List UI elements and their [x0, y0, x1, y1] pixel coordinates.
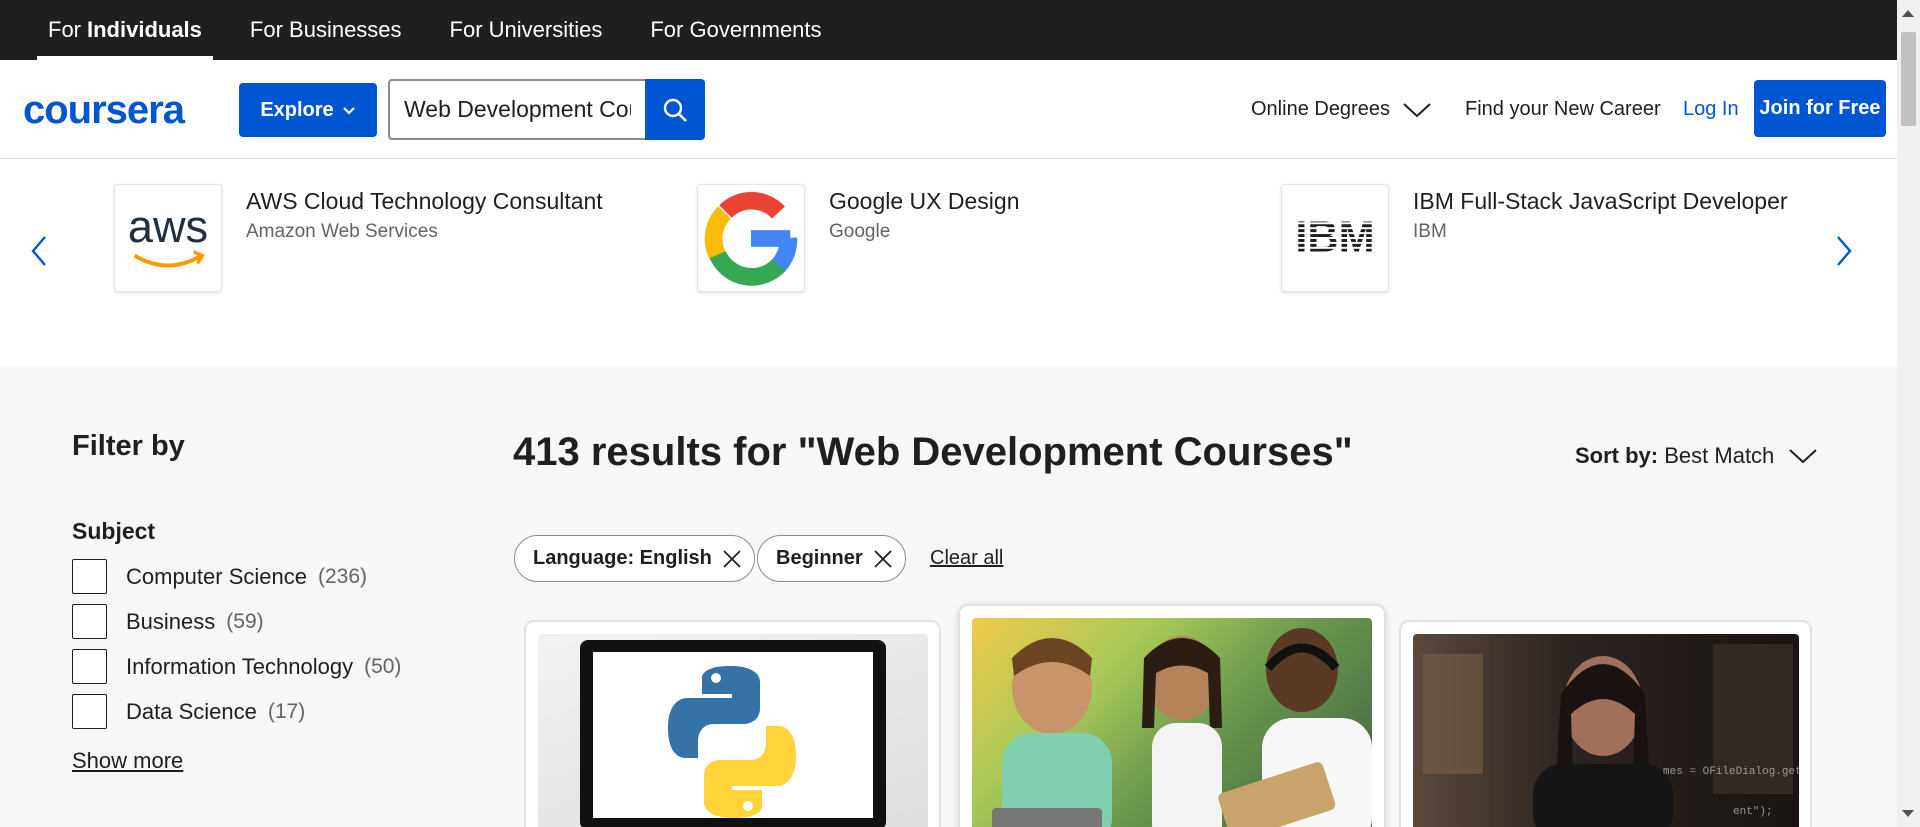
page-scrollbar[interactable]	[1897, 0, 1920, 827]
tab-for-businesses[interactable]: For Businesses	[239, 0, 413, 60]
aws-logo: aws	[114, 184, 222, 292]
chevron-down-icon	[342, 107, 355, 115]
filter-option[interactable]: Business (59)	[72, 604, 264, 639]
carousel-item-title: AWS Cloud Technology Consultant	[246, 188, 603, 214]
course-card-image	[538, 634, 928, 827]
coursera-logo[interactable]: coursera	[23, 88, 185, 133]
filter-option[interactable]: Computer Science (236)	[72, 559, 367, 594]
tab-label-bold: Individuals	[87, 17, 202, 42]
close-icon[interactable]	[722, 549, 742, 569]
filter-option-label: Information Technology	[126, 653, 354, 679]
filter-option-label: Computer Science	[126, 563, 307, 589]
course-card[interactable]	[958, 604, 1386, 827]
checkbox[interactable]	[72, 604, 107, 639]
svg-text:aws: aws	[128, 201, 208, 252]
carousel-item[interactable]: Google UX Design Google	[697, 184, 1020, 292]
carousel-item-title: IBM Full-Stack JavaScript Developer	[1413, 188, 1788, 214]
show-more-link[interactable]: Show more	[72, 748, 183, 774]
course-card-image: mes = OFileDialog.getOpenFileNames ent")…	[1413, 634, 1799, 827]
filter-chip-label: Language: English	[533, 547, 712, 569]
checkbox[interactable]	[72, 559, 107, 594]
filter-option-count: (17)	[267, 699, 306, 723]
carousel-next-button[interactable]	[1829, 231, 1859, 271]
results-heading: 413 results for "Web Development Courses…	[513, 430, 1353, 474]
chevron-down-icon	[1789, 449, 1817, 464]
filter-option[interactable]: Information Technology (50)	[72, 649, 401, 684]
sort-label: Sort by:	[1575, 443, 1659, 468]
main-header: coursera Explore Online Degrees Find you…	[0, 60, 1897, 159]
ibm-logo: IBM	[1281, 184, 1389, 292]
course-card[interactable]	[524, 620, 941, 827]
search-button[interactable]	[645, 79, 705, 140]
course-card[interactable]: mes = OFileDialog.getOpenFileNames ent")…	[1399, 620, 1812, 827]
close-icon[interactable]	[873, 549, 893, 569]
filter-option-label: Business	[126, 608, 216, 634]
clear-all-link[interactable]: Clear all	[930, 547, 1003, 570]
search-bar	[388, 79, 705, 140]
checkbox[interactable]	[72, 649, 107, 684]
search-icon	[663, 98, 687, 122]
chevron-right-icon	[1837, 236, 1852, 266]
carousel-item-provider: Amazon Web Services	[246, 221, 438, 242]
checkbox[interactable]	[72, 694, 107, 729]
filter-option-count: (50)	[364, 654, 402, 678]
search-input[interactable]	[388, 79, 645, 140]
chevron-left-icon	[31, 236, 46, 266]
carousel-item-provider: IBM	[1413, 221, 1447, 242]
find-career-link[interactable]: Find your New Career	[1465, 60, 1661, 159]
filter-option-count: (59)	[226, 609, 264, 633]
scroll-up-arrow-icon[interactable]	[1902, 10, 1914, 17]
filter-option[interactable]: Data Science (17)	[72, 694, 305, 729]
sort-value: Best Match	[1664, 443, 1775, 468]
featured-carousel: aws AWS Cloud Technology Consultant Amaz…	[0, 159, 1897, 366]
filter-chip[interactable]: Language: English	[514, 535, 755, 582]
explore-label: Explore	[260, 98, 334, 121]
carousel-prev-button[interactable]	[24, 231, 54, 271]
filter-chip[interactable]: Beginner	[757, 535, 906, 582]
explore-button[interactable]: Explore	[239, 83, 377, 137]
carousel-item[interactable]: IBM IBM Full-Stack JavaScript Developer …	[1281, 184, 1788, 292]
sort-dropdown[interactable]: Sort by: Best Match	[1575, 443, 1818, 469]
google-logo	[697, 184, 805, 292]
course-card-image	[972, 618, 1372, 827]
svg-text:mes = OFileDialog.getOpenFileN: mes = OFileDialog.getOpenFileNames	[1663, 766, 1799, 778]
filter-option-count: (236)	[317, 564, 368, 588]
online-degrees-label: Online Degrees	[1251, 98, 1390, 120]
filter-chip-label: Beginner	[776, 547, 863, 569]
chevron-down-icon	[1403, 102, 1431, 117]
subject-heading: Subject	[72, 518, 156, 544]
tab-label: For	[48, 17, 81, 42]
filter-option-label: Data Science	[126, 698, 257, 724]
carousel-item-provider: Google	[829, 221, 891, 242]
tab-for-individuals[interactable]: For Individuals	[37, 0, 213, 60]
tab-for-governments[interactable]: For Governments	[639, 0, 832, 60]
audience-nav: For Individuals For Businesses For Univer…	[0, 0, 1897, 60]
scroll-down-arrow-icon[interactable]	[1902, 810, 1914, 817]
scroll-thumb[interactable]	[1901, 32, 1916, 126]
filter-heading: Filter by	[72, 430, 185, 462]
carousel-item[interactable]: aws AWS Cloud Technology Consultant Amaz…	[114, 184, 603, 292]
carousel-item-title: Google UX Design	[829, 188, 1020, 214]
login-link[interactable]: Log In	[1683, 60, 1739, 159]
tab-for-universities[interactable]: For Universities	[439, 0, 614, 60]
join-for-free-button[interactable]: Join for Free	[1754, 80, 1886, 137]
online-degrees-menu[interactable]: Online Degrees	[1251, 60, 1432, 159]
svg-text:ent");: ent");	[1733, 806, 1773, 818]
